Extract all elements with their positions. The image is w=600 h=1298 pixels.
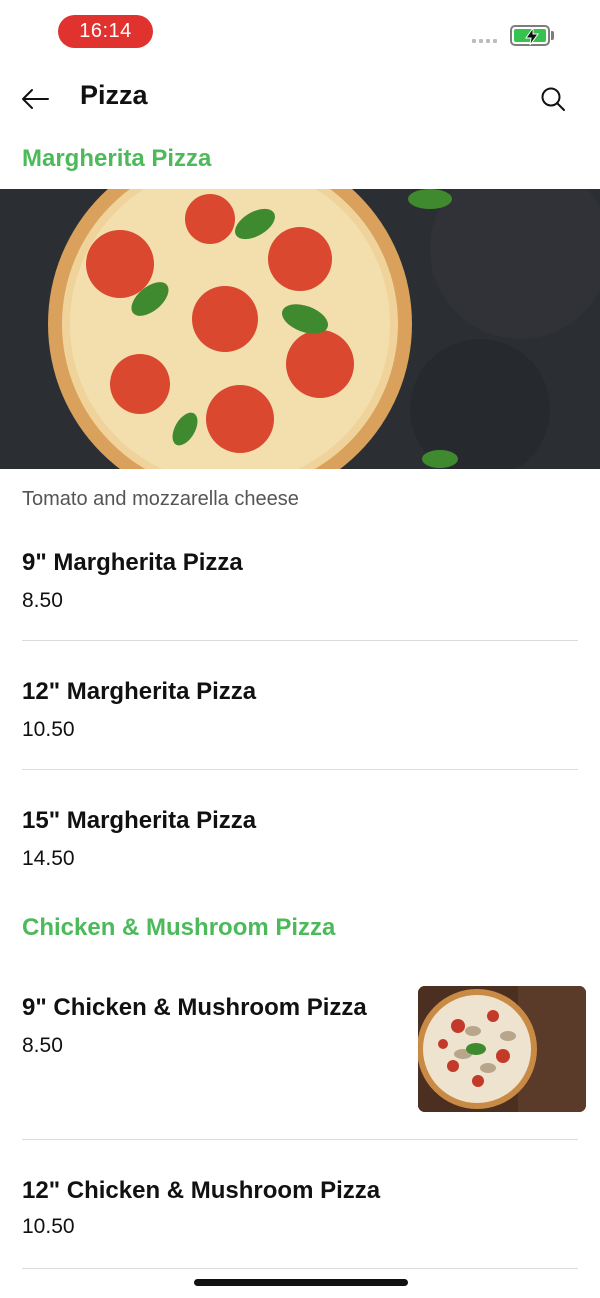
divider bbox=[22, 769, 578, 770]
search-button[interactable] bbox=[536, 82, 570, 116]
divider bbox=[22, 1268, 578, 1269]
margherita-pizza-image bbox=[0, 189, 600, 469]
arrow-left-icon bbox=[22, 89, 49, 109]
chicken-mushroom-pizza-thumbnail[interactable] bbox=[418, 986, 586, 1112]
item-price: 8.50 bbox=[22, 1034, 63, 1057]
search-icon bbox=[541, 87, 565, 111]
menu-item[interactable]: 12" Margherita Pizza 10.50 bbox=[0, 669, 600, 769]
charging-bolt-icon bbox=[525, 28, 539, 45]
category-description: Tomato and mozzarella cheese bbox=[22, 488, 299, 510]
item-price: 10.50 bbox=[22, 1215, 75, 1238]
item-name: 9" Chicken & Mushroom Pizza bbox=[22, 994, 367, 1021]
page-title: Pizza bbox=[80, 80, 148, 110]
battery-icon bbox=[510, 25, 550, 46]
menu-item[interactable]: 9" Margherita Pizza 8.50 bbox=[0, 540, 600, 640]
item-name: 15" Margherita Pizza bbox=[22, 807, 257, 834]
app-header: Pizza bbox=[0, 64, 600, 132]
item-name: 12" Chicken & Mushroom Pizza bbox=[22, 1177, 381, 1204]
divider bbox=[22, 1139, 578, 1140]
status-time: 16:14 bbox=[58, 15, 153, 48]
menu-item[interactable]: 12" Chicken & Mushroom Pizza 10.50 bbox=[0, 1168, 600, 1268]
category-title-chicken-mushroom: Chicken & Mushroom Pizza bbox=[22, 914, 336, 941]
item-name: 9" Margherita Pizza bbox=[22, 549, 243, 576]
divider bbox=[22, 640, 578, 641]
item-price: 14.50 bbox=[22, 847, 75, 870]
category-title-margherita: Margherita Pizza bbox=[22, 145, 212, 172]
signal-icon bbox=[472, 39, 497, 43]
item-price: 10.50 bbox=[22, 718, 75, 741]
status-bar: 16:14 bbox=[0, 0, 600, 64]
battery-cap bbox=[551, 31, 554, 40]
home-indicator[interactable] bbox=[194, 1279, 408, 1286]
back-button[interactable] bbox=[18, 82, 52, 116]
menu-item[interactable]: 15" Margherita Pizza 14.50 bbox=[0, 798, 600, 878]
item-name: 12" Margherita Pizza bbox=[22, 678, 257, 705]
item-price: 8.50 bbox=[22, 589, 63, 612]
